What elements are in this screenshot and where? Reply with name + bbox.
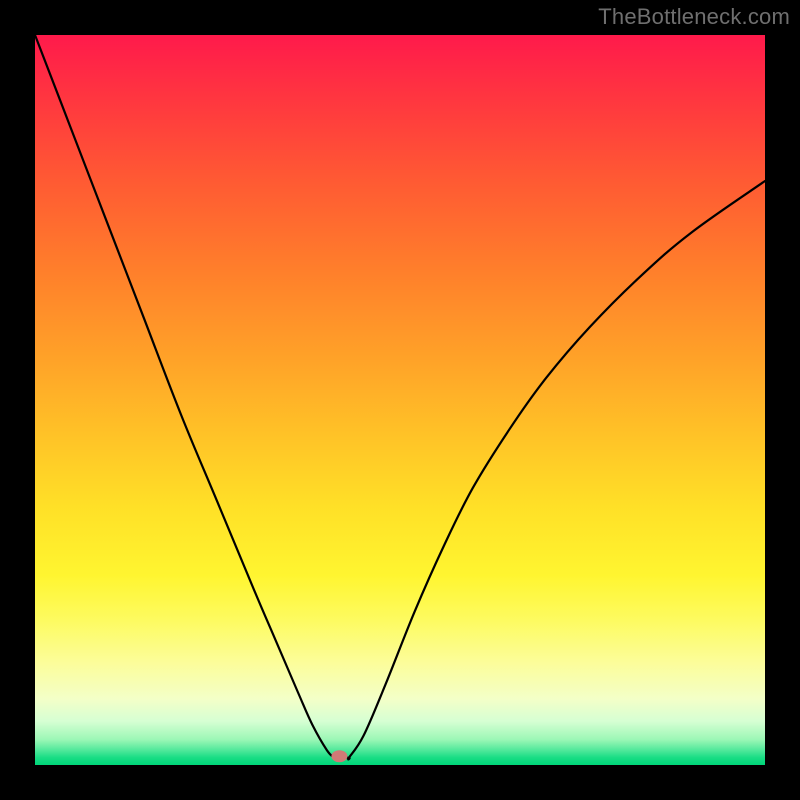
optimum-marker (331, 750, 347, 762)
plot-area (35, 35, 765, 765)
chart-stage: TheBottleneck.com (0, 0, 800, 800)
bottleneck-curve (35, 35, 765, 759)
watermark-text: TheBottleneck.com (598, 4, 790, 30)
plot-svg (35, 35, 765, 765)
